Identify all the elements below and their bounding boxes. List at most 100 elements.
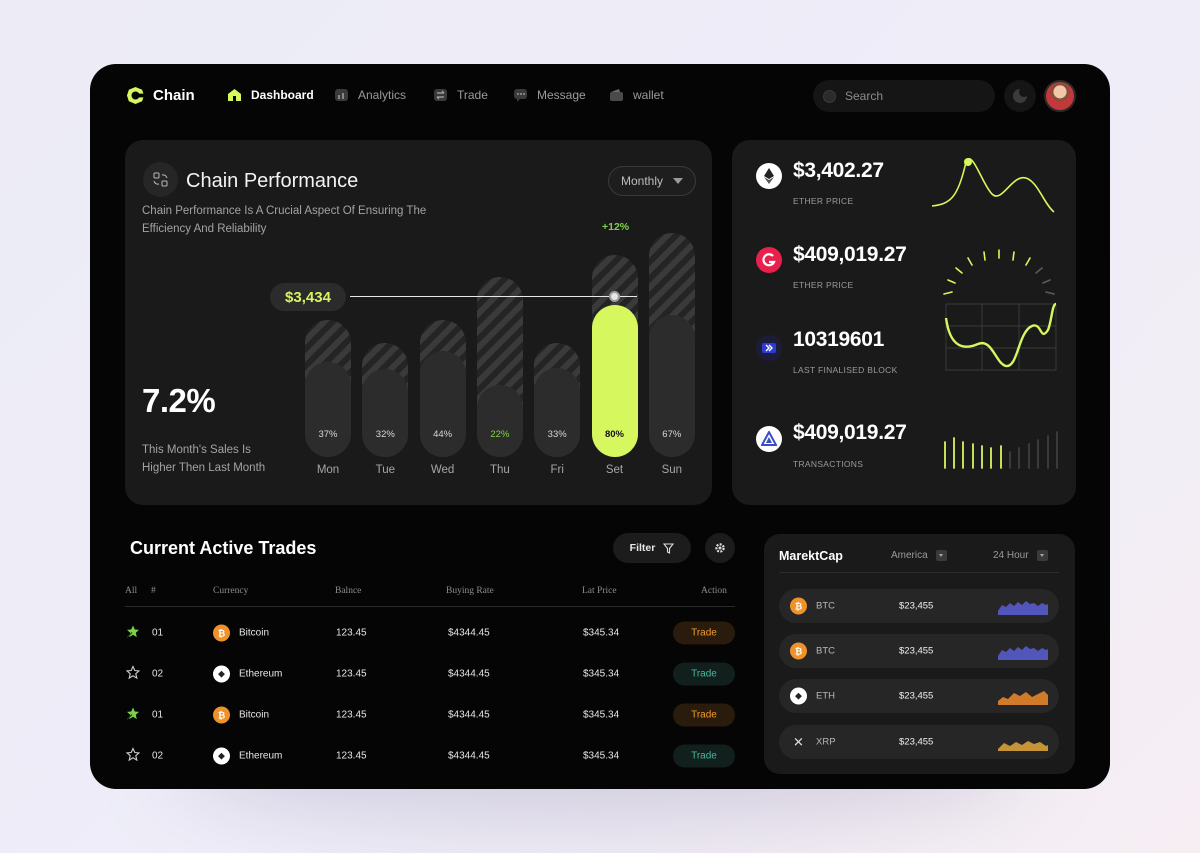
- wallet-icon: [610, 89, 623, 101]
- performance-description: Chain Performance Is A Crucial Aspect Of…: [142, 205, 427, 235]
- settings-button[interactable]: [705, 533, 735, 563]
- buying-rate-value: $4344.45: [448, 750, 490, 762]
- nav-trade-label: Trade: [457, 88, 488, 102]
- growth-percent: 7.2%: [142, 382, 216, 419]
- coin-price: $23,455: [899, 690, 934, 702]
- nav-message-label: Message: [537, 88, 586, 102]
- bar-wed[interactable]: [419, 350, 466, 457]
- bar-fri[interactable]: [534, 367, 581, 457]
- marketcap-row[interactable]: ✕ XRP $23,455: [779, 725, 1059, 759]
- region-label: America: [891, 550, 928, 561]
- table-divider: [125, 606, 735, 607]
- star-outline-icon[interactable]: [125, 747, 141, 765]
- marketcap-card: MarektCap America 24 Hour ₿ BTC $23,455 ₿ BT…: [764, 534, 1075, 774]
- header-buying-rate: Buying Rate: [446, 586, 494, 596]
- coin-sparkline: [998, 601, 1048, 615]
- trade-button[interactable]: Trade: [673, 703, 735, 727]
- stat-row-transactions: $409,019.27 TRANSACTIONS: [732, 416, 1076, 496]
- currency-name: Bitcoin: [239, 627, 270, 639]
- coin-symbol: XRP: [816, 736, 836, 748]
- block-icon: [756, 335, 782, 361]
- header-action: Action: [701, 586, 727, 596]
- gear-icon: [715, 543, 725, 553]
- header-last-price: Lat Price: [582, 586, 617, 596]
- trades-title: Current Active Trades: [130, 538, 317, 558]
- trade-button[interactable]: Trade: [673, 662, 735, 686]
- block-line-chart: [944, 302, 1057, 371]
- header-all[interactable]: All: [125, 586, 137, 596]
- search-icon: [823, 89, 836, 103]
- balance-value: 123.45: [336, 709, 367, 721]
- gauge-chart: [943, 249, 1055, 295]
- filter-button[interactable]: Filter: [613, 533, 691, 563]
- ethereum-icon: ◆: [790, 687, 807, 705]
- marketcap-title: MarektCap: [779, 549, 843, 563]
- marketcap-row[interactable]: ₿ BTC $23,455: [779, 634, 1059, 668]
- ethereum-icon: ◆: [213, 747, 230, 765]
- balance-value: 123.45: [336, 750, 367, 762]
- coin-symbol: BTC: [816, 600, 835, 612]
- search-input[interactable]: [845, 89, 975, 103]
- bar-mon[interactable]: [305, 361, 351, 457]
- gemini-icon: [756, 247, 782, 273]
- change-tag: +12%: [602, 221, 630, 233]
- row-number: 01: [152, 709, 164, 721]
- coin-price: $23,455: [899, 645, 934, 657]
- trade-button[interactable]: Trade: [673, 744, 735, 768]
- bar-thu[interactable]: [476, 384, 523, 457]
- top-nav: Chain Dashboard Analytics Trade Message …: [90, 64, 1110, 128]
- avatar[interactable]: [1044, 80, 1076, 112]
- performance-card: Chain Performance Chain Performance Is A…: [125, 140, 712, 505]
- bar-day-label: Wed: [430, 464, 455, 476]
- star-filled-icon[interactable]: [126, 707, 140, 724]
- search-box[interactable]: [813, 80, 995, 112]
- buying-rate-value: $4344.45: [448, 627, 490, 639]
- nav-message[interactable]: Message: [513, 88, 586, 102]
- header-number: #: [151, 586, 156, 596]
- marketcap-row[interactable]: ◆ ETH $23,455: [779, 679, 1059, 713]
- header-currency: Currency: [213, 586, 249, 596]
- message-icon: [514, 89, 527, 102]
- nav-dashboard[interactable]: Dashboard: [227, 88, 314, 102]
- theme-toggle-button[interactable]: [1004, 80, 1036, 112]
- marketcap-row[interactable]: ₿ BTC $23,455: [779, 589, 1059, 623]
- stat-label: TRANSACTIONS: [793, 459, 864, 469]
- nav-wallet[interactable]: wallet: [609, 88, 664, 102]
- ethereum-icon: [756, 163, 782, 189]
- header-balance: Balnce: [335, 586, 362, 596]
- value-indicator-handle[interactable]: [609, 291, 620, 302]
- trade-button[interactable]: Trade: [673, 621, 735, 645]
- star-outline-icon[interactable]: [125, 665, 141, 683]
- bar-value-label: 33%: [547, 429, 567, 440]
- row-number: 02: [152, 750, 164, 762]
- xrp-icon: ✕: [793, 734, 804, 749]
- bitcoin-icon: ₿: [213, 706, 230, 724]
- home-icon: [228, 89, 241, 101]
- nav-wallet-label: wallet: [633, 88, 664, 102]
- nav-analytics-label: Analytics: [358, 88, 407, 102]
- bar-value-label: 37%: [318, 429, 338, 440]
- value-tag: $3,434: [270, 283, 346, 311]
- row-number: 01: [152, 627, 164, 639]
- range-dropdown[interactable]: 24 Hour: [993, 550, 1048, 561]
- marketcap-divider: [779, 572, 1059, 573]
- stat-label: ETHER PRICE: [793, 280, 854, 290]
- logo[interactable]: Chain: [126, 86, 195, 105]
- bar-tue[interactable]: [362, 369, 409, 457]
- nav-trade[interactable]: Trade: [433, 88, 488, 102]
- coin-price: $23,455: [899, 736, 934, 748]
- star-filled-icon[interactable]: [126, 625, 140, 642]
- performance-title: Chain Performance: [186, 170, 359, 192]
- bar-day-label: Thu: [489, 464, 510, 476]
- bar-day-label: Tue: [375, 464, 395, 476]
- chevron-down-icon: [935, 550, 947, 561]
- bar-day-label: Mon: [316, 464, 340, 476]
- app-window: Chain Dashboard Analytics Trade Message …: [90, 64, 1110, 789]
- chevron-down-icon: [1036, 550, 1048, 561]
- nav-analytics[interactable]: Analytics: [334, 88, 406, 102]
- value-indicator-line: [350, 296, 637, 297]
- bitcoin-icon: ₿: [213, 624, 230, 642]
- nav-dashboard-label: Dashboard: [251, 88, 314, 102]
- region-dropdown[interactable]: America: [891, 550, 947, 561]
- period-dropdown[interactable]: Monthly: [608, 166, 696, 196]
